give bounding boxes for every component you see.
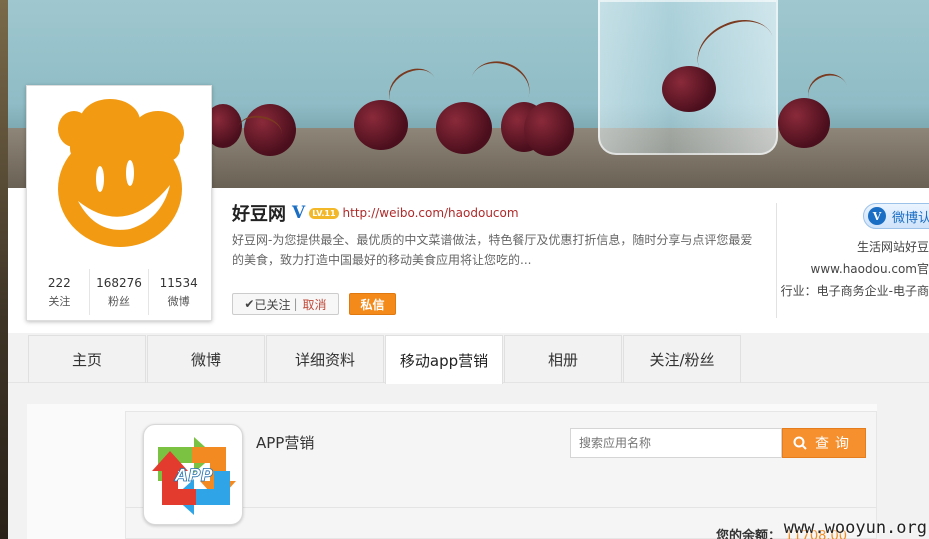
verified-info-line: www.haodou.com官 <box>810 262 929 276</box>
app-marketing-title: APP营销 <box>256 434 315 452</box>
stat-fans[interactable]: 168276 粉丝 <box>90 269 150 315</box>
weibo-url-link[interactable]: http://weibo.com/haodoucom <box>343 206 519 220</box>
stat-weibo[interactable]: 11534 微博 <box>149 269 208 315</box>
check-icon: ✔ <box>244 297 255 311</box>
app-icon-text: APP <box>173 466 214 486</box>
tab-mobile-app-marketing[interactable]: 移动app营销 <box>385 335 503 384</box>
message-button[interactable]: 私信 <box>349 293 396 315</box>
profile-divider <box>776 203 777 318</box>
verified-info-line: 生活网站好豆 <box>856 240 929 254</box>
app-search-button[interactable]: 查询 <box>782 428 866 458</box>
unfollow-link[interactable]: 取消 <box>303 296 327 313</box>
stat-following-label: 关注 <box>48 295 71 308</box>
haodou-logo-icon <box>58 99 184 247</box>
profile-tabbar: 主页 微博 详细资料 移动app营销 相册 关注/粉丝 <box>8 333 929 384</box>
avatar[interactable] <box>30 89 208 267</box>
app-search-input[interactable] <box>570 428 782 458</box>
cover-cherry <box>436 102 492 154</box>
verified-v-icon[interactable]: V <box>292 203 305 223</box>
verified-badge-label: 微博认 <box>892 210 929 226</box>
profile-name: 好豆网 <box>232 204 286 225</box>
balance-label: 您的余额： <box>716 529 782 539</box>
tab-weibo[interactable]: 微博 <box>147 335 265 383</box>
watermark: www.wooyun.org <box>783 518 927 538</box>
tab-home[interactable]: 主页 <box>28 335 146 383</box>
followed-button[interactable]: ✔ 已关注 | 取消 <box>232 293 339 315</box>
left-edge-strip <box>0 0 8 539</box>
search-button-label: 查询 <box>815 436 855 452</box>
followed-separator: | <box>293 297 298 311</box>
app-marketing-icon: APP <box>143 424 243 525</box>
app-arrows-icon: APP <box>152 437 236 515</box>
tab-album[interactable]: 相册 <box>504 335 622 383</box>
stat-fans-label: 粉丝 <box>108 295 130 308</box>
cover-glass <box>598 0 785 155</box>
profile-name-row: 好豆网 V LV.11 http://weibo.com/haodoucom <box>232 200 519 226</box>
search-icon <box>793 436 807 450</box>
stat-following-count: 222 <box>47 276 71 290</box>
level-badge[interactable]: LV.11 <box>309 207 339 219</box>
stat-weibo-count: 11534 <box>159 276 198 290</box>
stat-weibo-label: 微博 <box>167 295 190 308</box>
profile-bio: 好豆网-为您提供最全、最优质的中文菜谱做法，特色餐厅及优惠打折信息，随时分享与点… <box>232 233 753 267</box>
verified-info-line: 行业：电子商务企业-电子商 <box>780 284 929 298</box>
stat-fans-count: 168276 <box>96 276 142 290</box>
avatar-card: 222 关注 168276 粉丝 11534 微博 <box>26 85 212 321</box>
followed-label: 已关注 <box>254 297 291 312</box>
cover-cherry <box>524 102 574 156</box>
stats-row: 222 关注 168276 粉丝 11534 微博 <box>30 269 208 315</box>
weibo-verified-badge[interactable]: V 微博认 <box>863 203 929 229</box>
verified-circle-icon: V <box>868 207 886 225</box>
tab-follow-fans[interactable]: 关注/粉丝 <box>623 335 741 383</box>
tab-details[interactable]: 详细资料 <box>266 335 384 383</box>
stat-following[interactable]: 222 关注 <box>30 269 90 315</box>
verified-info: 生活网站好豆 www.haodou.com官 行业：电子商务企业-电子商 <box>779 236 929 302</box>
